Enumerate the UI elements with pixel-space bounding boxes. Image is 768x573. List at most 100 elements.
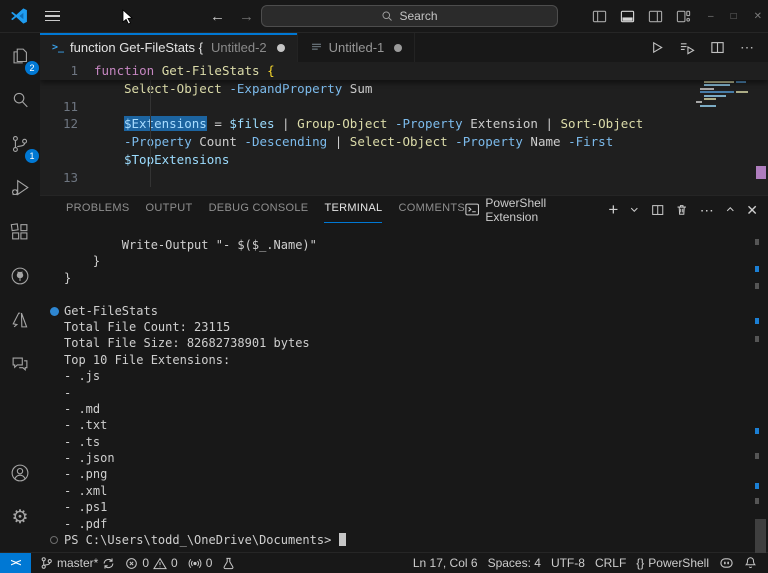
maximize-panel-icon[interactable] bbox=[725, 204, 736, 215]
sticky-scroll-line: 1 function Get-FileStats { bbox=[40, 62, 768, 80]
toggle-secondary-sidebar-icon[interactable] bbox=[648, 9, 663, 24]
terminal-line: Write-Output "- $($_.Name)" bbox=[64, 238, 317, 252]
cursor-position[interactable]: Ln 17, Col 6 bbox=[408, 553, 483, 573]
tab-untitled-2[interactable]: >_ function Get-FileStats { Untitled-2 bbox=[40, 33, 298, 62]
source-control-icon[interactable]: 1 bbox=[4, 129, 39, 163]
split-terminal-icon[interactable] bbox=[651, 203, 664, 217]
source-control-badge: 1 bbox=[25, 149, 39, 163]
more-actions-icon[interactable]: ⋯ bbox=[740, 39, 755, 56]
terminal-line: - .xml bbox=[64, 483, 108, 498]
branch-name: master* bbox=[57, 556, 99, 570]
run-file-icon[interactable] bbox=[649, 40, 664, 55]
panel-more-icon[interactable]: ⋯ bbox=[700, 203, 714, 217]
close-button[interactable]: ✕ bbox=[754, 11, 762, 22]
panel-tab-debug-console[interactable]: DEBUG CONSOLE bbox=[209, 196, 309, 223]
run-debug-icon[interactable] bbox=[4, 173, 36, 203]
terminal-line: } bbox=[64, 270, 72, 285]
terminal-dropdown-icon[interactable] bbox=[629, 204, 640, 215]
bell-icon bbox=[744, 557, 757, 569]
copilot-icon bbox=[720, 558, 733, 568]
search-placeholder: Search bbox=[399, 9, 438, 23]
split-editor-icon[interactable] bbox=[710, 40, 725, 55]
warning-count: 0 bbox=[171, 556, 178, 570]
beaker-status[interactable] bbox=[217, 553, 240, 573]
terminal-line: } bbox=[64, 254, 101, 269]
activity-bar: 2 1 ⚙ bbox=[0, 33, 40, 552]
language-label: PowerShell bbox=[648, 556, 709, 570]
tab-title: function Get-FileStats { bbox=[70, 40, 203, 55]
errors-icon bbox=[126, 557, 138, 569]
powershell-file-icon: >_ bbox=[52, 42, 65, 53]
modified-dot-icon[interactable] bbox=[276, 43, 285, 52]
close-panel-icon[interactable]: ✕ bbox=[746, 203, 758, 217]
back-arrow-icon[interactable]: ← bbox=[210, 8, 225, 25]
language-mode[interactable]: {} PowerShell bbox=[631, 553, 714, 573]
minimap-selection-marker bbox=[756, 166, 766, 179]
ports-count: 0 bbox=[205, 556, 213, 570]
terminal-instance[interactable]: PowerShell Extension bbox=[465, 196, 597, 224]
terminal-output: Write-Output "- $($_.Name)" }} Get-FileSt… bbox=[50, 237, 768, 548]
terminal-line: - .js bbox=[64, 369, 101, 384]
tab-filename: Untitled-2 bbox=[211, 40, 267, 55]
broadcast-icon bbox=[188, 558, 202, 568]
settings-gear-icon[interactable]: ⚙ bbox=[4, 502, 36, 532]
eol-sequence[interactable]: CRLF bbox=[590, 553, 631, 573]
menu-icon[interactable] bbox=[45, 10, 60, 22]
search-view-icon[interactable] bbox=[4, 85, 36, 115]
title-bar: ← → Search – □ ✕ bbox=[0, 0, 768, 33]
new-terminal-icon[interactable]: + bbox=[608, 201, 618, 218]
indentation[interactable]: Spaces: 4 bbox=[483, 553, 546, 573]
terminal-line: - .png bbox=[64, 467, 108, 482]
run-below-icon[interactable] bbox=[679, 40, 695, 55]
terminal-line: Total File Count: 23115 bbox=[64, 319, 231, 334]
vscode-window: ← → Search – □ ✕ 2 1 ⚙ >_ function Get-F… bbox=[0, 0, 768, 573]
notifications[interactable] bbox=[739, 553, 762, 573]
extensions-icon[interactable] bbox=[4, 217, 36, 247]
mouse-cursor-icon bbox=[122, 9, 133, 25]
terminal-line: PS C:\Users\todd_\OneDrive\Documents> bbox=[50, 532, 768, 548]
search-input[interactable]: Search bbox=[261, 5, 558, 27]
ports-status[interactable]: 0 bbox=[183, 553, 218, 573]
minimize-button[interactable]: – bbox=[708, 11, 714, 22]
editor-tab-bar: >_ function Get-FileStats { Untitled-2 U… bbox=[40, 33, 768, 62]
panel-tab-comments[interactable]: COMMENTS bbox=[398, 196, 465, 223]
code-editor[interactable]: 1 function Get-FileStats {Select-Object -… bbox=[40, 62, 768, 195]
panel-tab-problems[interactable]: PROBLEMS bbox=[66, 196, 130, 223]
beaker-icon bbox=[223, 557, 234, 569]
terminal-line: Get-FileStats bbox=[50, 303, 768, 319]
panel-tab-terminal[interactable]: TERMINAL bbox=[324, 196, 383, 223]
encoding[interactable]: UTF-8 bbox=[546, 553, 590, 573]
forward-arrow-icon[interactable]: → bbox=[239, 8, 254, 25]
sync-icon bbox=[103, 557, 114, 569]
copilot-status[interactable] bbox=[714, 553, 739, 573]
tab-title: Untitled-1 bbox=[328, 40, 385, 55]
warnings-icon bbox=[153, 557, 167, 569]
terminal-line: - .json bbox=[64, 451, 115, 466]
toggle-panel-icon[interactable] bbox=[620, 9, 635, 24]
terminal-line: - bbox=[64, 385, 72, 400]
tab-untitled-1[interactable]: Untitled-1 bbox=[298, 33, 416, 62]
comments-icon[interactable] bbox=[4, 349, 36, 379]
kill-terminal-icon[interactable] bbox=[675, 203, 688, 217]
remote-indicator[interactable]: >< bbox=[0, 553, 31, 573]
terminal-cursor bbox=[338, 533, 346, 547]
prompt-decoration-icon[interactable] bbox=[50, 536, 58, 545]
toggle-sidebar-icon[interactable] bbox=[592, 9, 607, 24]
terminal-view[interactable]: Write-Output "- $($_.Name)" }} Get-FileSt… bbox=[40, 223, 768, 548]
terminal-line: - .txt bbox=[64, 418, 108, 433]
command-decoration-icon[interactable] bbox=[50, 306, 59, 316]
modified-dot-icon[interactable] bbox=[394, 43, 403, 52]
explorer-icon[interactable]: 2 bbox=[4, 41, 39, 75]
github-icon[interactable] bbox=[4, 261, 36, 291]
accounts-icon[interactable] bbox=[4, 458, 36, 488]
branch-status[interactable]: master* bbox=[35, 553, 120, 573]
maximize-button[interactable]: □ bbox=[731, 11, 737, 22]
customize-layout-icon[interactable] bbox=[676, 9, 691, 24]
terminal-line: - .ts bbox=[64, 434, 101, 449]
problems-status[interactable]: 0 0 bbox=[120, 553, 182, 573]
terminal-scrollbar[interactable] bbox=[755, 519, 766, 553]
panel-tab-output[interactable]: OUTPUT bbox=[146, 196, 193, 223]
terminal-line: - .md bbox=[64, 401, 101, 416]
azure-icon[interactable] bbox=[4, 305, 36, 335]
